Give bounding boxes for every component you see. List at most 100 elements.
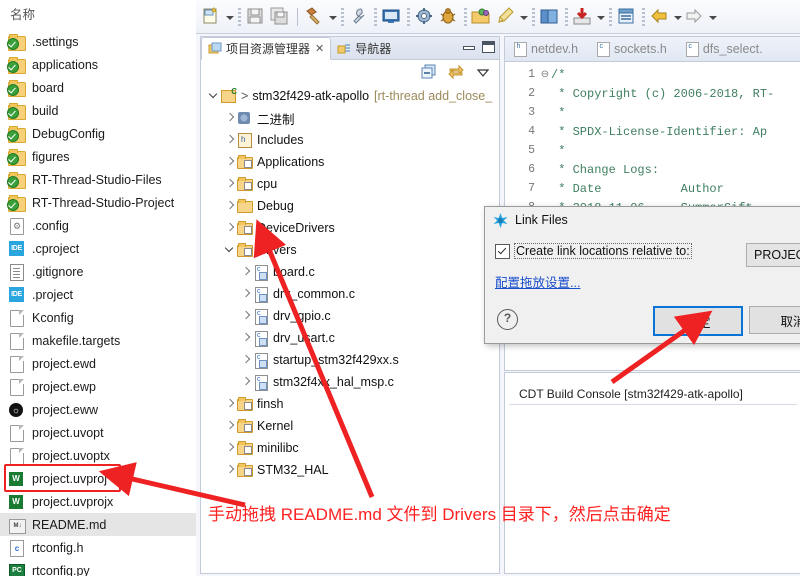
chevron-right-icon[interactable] — [239, 261, 252, 283]
project-explorer-toolbar[interactable] — [201, 60, 499, 84]
tree-item[interactable]: finsh — [201, 393, 499, 415]
file-row[interactable]: Wproject.uvprojx — [0, 490, 196, 513]
editor-tab[interactable]: sockets.h — [588, 37, 677, 61]
tree-item[interactable]: drv_gpio.c — [201, 305, 499, 327]
chevron-down-icon[interactable] — [595, 6, 606, 28]
link-files-dialog[interactable]: Link Files Create link locations relativ… — [484, 206, 800, 344]
view-window-buttons[interactable] — [463, 41, 495, 53]
new-file-icon[interactable] — [201, 6, 223, 28]
chevron-right-icon[interactable] — [223, 459, 236, 481]
file-row[interactable]: RT-Thread-Studio-Files — [0, 168, 196, 191]
chevron-right-icon[interactable] — [223, 129, 236, 151]
file-list[interactable]: .settings applications board build DebugConf… — [0, 30, 196, 576]
save-all-icon[interactable] — [269, 6, 291, 28]
file-row[interactable]: ☼ project.eww — [0, 398, 196, 421]
file-row[interactable]: project.uvopt — [0, 421, 196, 444]
tree-item[interactable]: Debug — [201, 195, 499, 217]
file-row[interactable]: build — [0, 99, 196, 122]
book-icon[interactable] — [539, 6, 561, 28]
tree-item[interactable]: DeviceDrivers — [201, 217, 499, 239]
chevron-down-icon[interactable] — [518, 6, 529, 28]
code-area[interactable]: 1 ⊖/* 2 * Copyright (c) 2006-2018, RT- 3 * 4… — [505, 62, 800, 217]
back-arrow-icon[interactable] — [649, 6, 671, 28]
file-row[interactable]: M↓ README.md — [0, 513, 196, 536]
chevron-down-icon[interactable] — [672, 6, 683, 28]
chevron-right-icon[interactable] — [239, 371, 252, 393]
configure-drag-drop-link[interactable]: 配置拖放设置... — [495, 272, 580, 291]
fold-marker[interactable]: ⊖ — [539, 69, 551, 81]
relative-to-combobox[interactable]: PROJECT_LOC — [746, 243, 800, 267]
file-row[interactable]: applications — [0, 53, 196, 76]
tree-item[interactable]: Kernel — [201, 415, 499, 437]
tab-navigator[interactable]: 导航器 — [331, 38, 397, 59]
debug-gear-icon[interactable] — [414, 6, 436, 28]
tree-item[interactable]: STM32_HAL — [201, 459, 499, 481]
maximize-icon[interactable] — [482, 41, 495, 53]
file-row[interactable]: IDE .project — [0, 283, 196, 306]
file-row[interactable]: Kconfig — [0, 306, 196, 329]
pencil-run-icon[interactable] — [495, 6, 517, 28]
chevron-down-icon[interactable] — [707, 6, 718, 28]
tree-item[interactable]: stm32f4xx_hal_msp.c — [201, 371, 499, 393]
tree-item[interactable]: cpu — [201, 173, 499, 195]
console-monitor-icon[interactable] — [381, 6, 403, 28]
chevron-right-icon[interactable] — [223, 437, 236, 459]
help-question-icon[interactable]: ? — [497, 309, 518, 330]
tree-item[interactable]: 二进制 — [201, 107, 499, 129]
bug-icon[interactable] — [438, 6, 460, 28]
file-row[interactable]: figures — [0, 145, 196, 168]
file-row[interactable]: project.ewd — [0, 352, 196, 375]
chevron-down-icon[interactable] — [207, 85, 220, 107]
build-hammer-icon[interactable] — [304, 6, 326, 28]
ok-button[interactable]: 确定 — [653, 306, 743, 336]
chevron-right-icon[interactable] — [223, 217, 236, 239]
wrench-icon[interactable] — [348, 6, 370, 28]
tree-item[interactable]: Drivers — [201, 239, 499, 261]
editor-tab[interactable]: dfs_select. — [677, 37, 773, 61]
chevron-right-icon[interactable] — [223, 107, 236, 129]
file-row[interactable]: makefile.targets — [0, 329, 196, 352]
file-row[interactable]: c rtconfig.h — [0, 536, 196, 559]
chevron-right-icon[interactable] — [239, 283, 252, 305]
chevron-right-icon[interactable] — [223, 393, 236, 415]
tree-item[interactable]: startup_stm32f429xx.s — [201, 349, 499, 371]
chevron-right-icon[interactable] — [239, 305, 252, 327]
chevron-right-icon[interactable] — [239, 327, 252, 349]
project-explorer-view[interactable]: 项目资源管理器 ✕ 导航器 C > stm32f429-atk-apollo [… — [200, 36, 500, 574]
tree-item[interactable]: drv_usart.c — [201, 327, 499, 349]
file-row[interactable]: board — [0, 76, 196, 99]
console-view[interactable]: CDT Build Console [stm32f429-atk-apollo] — [504, 372, 800, 574]
forward-arrow-icon[interactable] — [684, 6, 706, 28]
file-row[interactable]: ⚙ .config — [0, 214, 196, 237]
file-row[interactable]: .gitignore — [0, 260, 196, 283]
file-row[interactable]: .settings — [0, 30, 196, 53]
tree-item[interactable]: drv_common.c — [201, 283, 499, 305]
windows-file-explorer[interactable]: 名称 .settings applications board build DebugC… — [0, 0, 197, 576]
cancel-button[interactable]: 取消 — [749, 306, 800, 334]
chevron-right-icon[interactable] — [223, 415, 236, 437]
open-package-icon[interactable] — [471, 6, 493, 28]
project-tree[interactable]: >stm32f429-atk-apollo [rt-thread add_clos… — [201, 84, 499, 481]
file-row[interactable]: RT-Thread-Studio-Project — [0, 191, 196, 214]
project-explorer-tabbar[interactable]: 项目资源管理器 ✕ 导航器 — [201, 37, 499, 60]
main-toolbar[interactable] — [196, 0, 800, 34]
chevron-down-icon[interactable] — [223, 239, 236, 261]
editor-tab[interactable]: netdev.h — [505, 37, 588, 61]
file-row[interactable]: PC rtconfig.py — [0, 559, 196, 576]
file-row[interactable]: Wproject.uvproj — [0, 467, 196, 490]
create-link-relative-checkbox[interactable] — [495, 243, 510, 259]
tree-item[interactable]: >stm32f429-atk-apollo [rt-thread add_clos… — [201, 85, 499, 107]
tab-project-explorer[interactable]: 项目资源管理器 ✕ — [201, 37, 332, 60]
chevron-right-icon[interactable] — [223, 151, 236, 173]
tree-item[interactable]: minilibc — [201, 437, 499, 459]
file-row[interactable]: project.ewp — [0, 375, 196, 398]
close-icon[interactable]: ✕ — [315, 42, 324, 55]
save-icon[interactable] — [245, 6, 267, 28]
chevron-down-icon[interactable] — [224, 6, 235, 28]
file-row[interactable]: IDE .cproject — [0, 237, 196, 260]
chevron-down-icon[interactable] — [327, 6, 338, 28]
download-icon[interactable] — [572, 6, 594, 28]
tree-item[interactable]: board.c — [201, 261, 499, 283]
chevron-right-icon[interactable] — [223, 173, 236, 195]
tree-item[interactable]: Includes — [201, 129, 499, 151]
